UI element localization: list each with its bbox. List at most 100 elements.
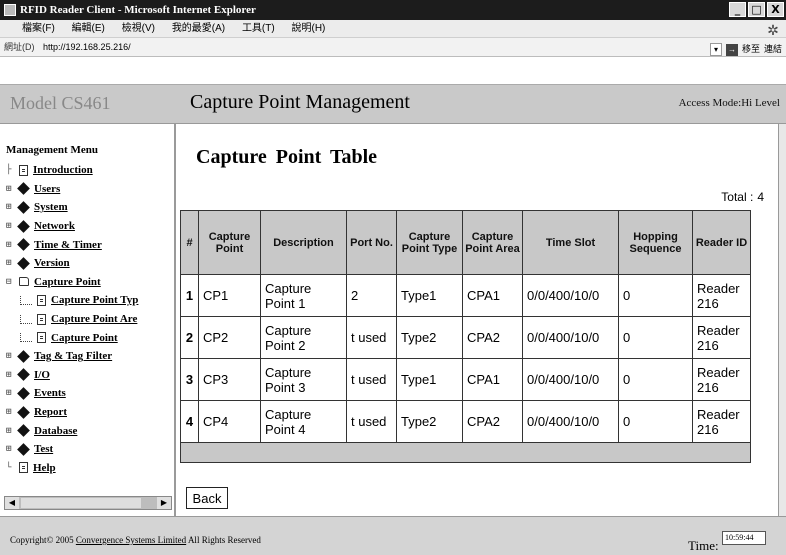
- expand-plus-icon[interactable]: ⊞: [6, 258, 16, 268]
- cell-hopping-sequence: 0: [618, 316, 693, 359]
- sidebar-item-database[interactable]: ⊞ Database: [6, 421, 138, 440]
- back-button[interactable]: Back: [186, 487, 228, 509]
- main-vertical-scrollbar[interactable]: [778, 124, 786, 516]
- sidebar-item-io[interactable]: ⊞ I/O: [6, 366, 138, 385]
- table-footer-row: [180, 442, 751, 463]
- menu-tools[interactable]: 工具(T): [242, 23, 275, 34]
- cell-capture-point: CP1: [198, 274, 261, 317]
- cell-capture-point: CP3: [198, 358, 261, 401]
- diamond-icon: [17, 182, 30, 196]
- sidebar-horizontal-scrollbar[interactable]: ◀ ▶: [4, 496, 172, 510]
- sidebar-item-version[interactable]: ⊞ Version: [6, 254, 138, 273]
- diamond-icon: [17, 256, 30, 270]
- go-arrow-icon[interactable]: →: [725, 43, 738, 56]
- sidebar-item-label[interactable]: Capture Point: [51, 332, 118, 344]
- sidebar-item-capture-point[interactable]: Capture Point: [6, 328, 138, 347]
- expand-plus-icon[interactable]: ⊞: [6, 221, 16, 231]
- copyright-text: Copyright© 2005 Convergence Systems Limi…: [10, 535, 261, 545]
- sidebar-item-label[interactable]: Test: [34, 443, 53, 455]
- table-row: 3 CP3 Capture Point 3 t used Type1 CPA1 …: [180, 358, 751, 401]
- sidebar-item-label[interactable]: Users: [34, 183, 60, 195]
- minimize-button[interactable]: _: [729, 2, 746, 17]
- model-label: Model CS461: [10, 93, 111, 113]
- sidebar-item-events[interactable]: ⊞ Events: [6, 384, 138, 403]
- sidebar-item-capture-point-area[interactable]: Capture Point Are: [6, 310, 138, 329]
- sidebar-item-label[interactable]: Help: [33, 462, 56, 474]
- cell-description: Capture Point 1: [260, 274, 347, 317]
- menu-favorites[interactable]: 我的最愛(A): [172, 23, 225, 34]
- sidebar-item-report[interactable]: ⊞ Report: [6, 403, 138, 422]
- sidebar-item-label[interactable]: Database: [34, 425, 77, 437]
- browser-menubar: 檔案(F) 編輯(E) 檢視(V) 我的最愛(A) 工具(T) 說明(H): [0, 20, 786, 38]
- sidebar-item-help[interactable]: └ Help: [6, 459, 138, 478]
- cell-port-no: t used: [346, 400, 397, 443]
- tree-branch-icon: └: [6, 462, 12, 473]
- expand-plus-icon[interactable]: ⊞: [6, 388, 16, 398]
- sidebar-item-capture-point-folder[interactable]: ⊟ Capture Point: [6, 273, 138, 292]
- column-header-reader-id: Reader ID: [692, 210, 751, 275]
- sidebar-item-network[interactable]: ⊞ Network: [6, 217, 138, 236]
- window-titlebar: RFID Reader Client - Microsoft Internet …: [0, 0, 786, 20]
- scroll-right-icon[interactable]: ▶: [157, 497, 171, 509]
- close-button[interactable]: X: [767, 2, 784, 17]
- expand-plus-icon[interactable]: ⊞: [6, 184, 16, 194]
- menu-edit[interactable]: 編輯(E): [72, 23, 105, 34]
- sidebar-item-label[interactable]: Time & Timer: [34, 239, 102, 251]
- expand-plus-icon[interactable]: ⊞: [6, 407, 16, 417]
- expand-plus-icon[interactable]: ⊞: [6, 240, 16, 250]
- sidebar-item-label[interactable]: Capture Point Typ: [51, 294, 138, 306]
- expand-plus-icon[interactable]: ⊞: [6, 202, 16, 212]
- cell-capture-point-area: CPA2: [462, 400, 523, 443]
- sidebar-item-tag-filter[interactable]: ⊞ Tag & Tag Filter: [6, 347, 138, 366]
- sidebar-item-test[interactable]: ⊞ Test: [6, 440, 138, 459]
- sidebar-item-label[interactable]: Report: [34, 406, 67, 418]
- time-field: 10:59:44: [722, 531, 766, 545]
- expand-plus-icon[interactable]: ⊞: [6, 426, 16, 436]
- table-title: Capture Point Table: [196, 146, 377, 168]
- diamond-icon: [17, 201, 30, 214]
- sidebar: Management Menu ├ Introduction ⊞ Users ⊞…: [0, 124, 176, 516]
- sidebar-item-label[interactable]: Capture Point: [34, 276, 101, 288]
- sidebar-item-label[interactable]: Network: [34, 220, 75, 232]
- window-title: RFID Reader Client - Microsoft Internet …: [20, 4, 256, 16]
- total-value: 4: [757, 190, 764, 204]
- sidebar-item-label[interactable]: Tag & Tag Filter: [34, 350, 112, 362]
- column-header-hopping-sequence: Hopping Sequence: [618, 210, 693, 275]
- expand-plus-icon[interactable]: ⊞: [6, 351, 16, 361]
- collapse-minus-icon[interactable]: ⊟: [6, 277, 16, 287]
- sidebar-item-users[interactable]: ⊞ Users: [6, 180, 138, 199]
- address-label: 網址(D): [4, 42, 35, 52]
- scroll-left-icon[interactable]: ◀: [5, 497, 19, 509]
- sidebar-item-label[interactable]: I/O: [34, 369, 50, 381]
- sidebar-item-label[interactable]: Version: [34, 257, 70, 269]
- diamond-icon: [17, 238, 30, 252]
- maximize-button[interactable]: □: [748, 2, 765, 17]
- cell-capture-point-type: Type1: [396, 358, 463, 401]
- diamond-icon: [17, 387, 30, 400]
- address-input[interactable]: http://192.168.25.216/: [43, 38, 131, 57]
- sidebar-item-capture-point-type[interactable]: Capture Point Typ: [6, 291, 138, 310]
- windows-logo-icon: ✲: [767, 22, 779, 38]
- menu-view[interactable]: 檢視(V): [122, 23, 155, 34]
- sidebar-item-label[interactable]: Introduction: [33, 164, 93, 176]
- links-button[interactable]: 連結: [764, 40, 782, 59]
- sidebar-item-label[interactable]: System: [34, 201, 68, 213]
- go-button[interactable]: 移至: [742, 40, 760, 59]
- cell-reader-id: Reader 216: [692, 274, 751, 317]
- sidebar-item-time-timer[interactable]: ⊞ Time & Timer: [6, 235, 138, 254]
- sidebar-item-system[interactable]: ⊞ System: [6, 198, 138, 217]
- cell-capture-point-type: Type2: [396, 400, 463, 443]
- menu-help[interactable]: 說明(H): [292, 23, 326, 34]
- sidebar-item-label[interactable]: Events: [34, 387, 66, 399]
- menu-file[interactable]: 檔案(F): [22, 23, 55, 34]
- main-content: Capture Point Table Total :4 # Capture P…: [178, 124, 778, 516]
- scroll-thumb[interactable]: [21, 498, 141, 508]
- sidebar-item-introduction[interactable]: ├ Introduction: [6, 161, 138, 180]
- sidebar-item-label[interactable]: Capture Point Are: [51, 313, 137, 325]
- address-dropdown-icon[interactable]: ▾: [709, 43, 722, 56]
- expand-plus-icon[interactable]: ⊞: [6, 370, 16, 380]
- cell-reader-id: Reader 216: [692, 400, 751, 443]
- expand-plus-icon[interactable]: ⊞: [6, 444, 16, 454]
- company-link[interactable]: Convergence Systems Limited: [76, 535, 186, 545]
- column-header-time-slot: Time Slot: [522, 210, 619, 275]
